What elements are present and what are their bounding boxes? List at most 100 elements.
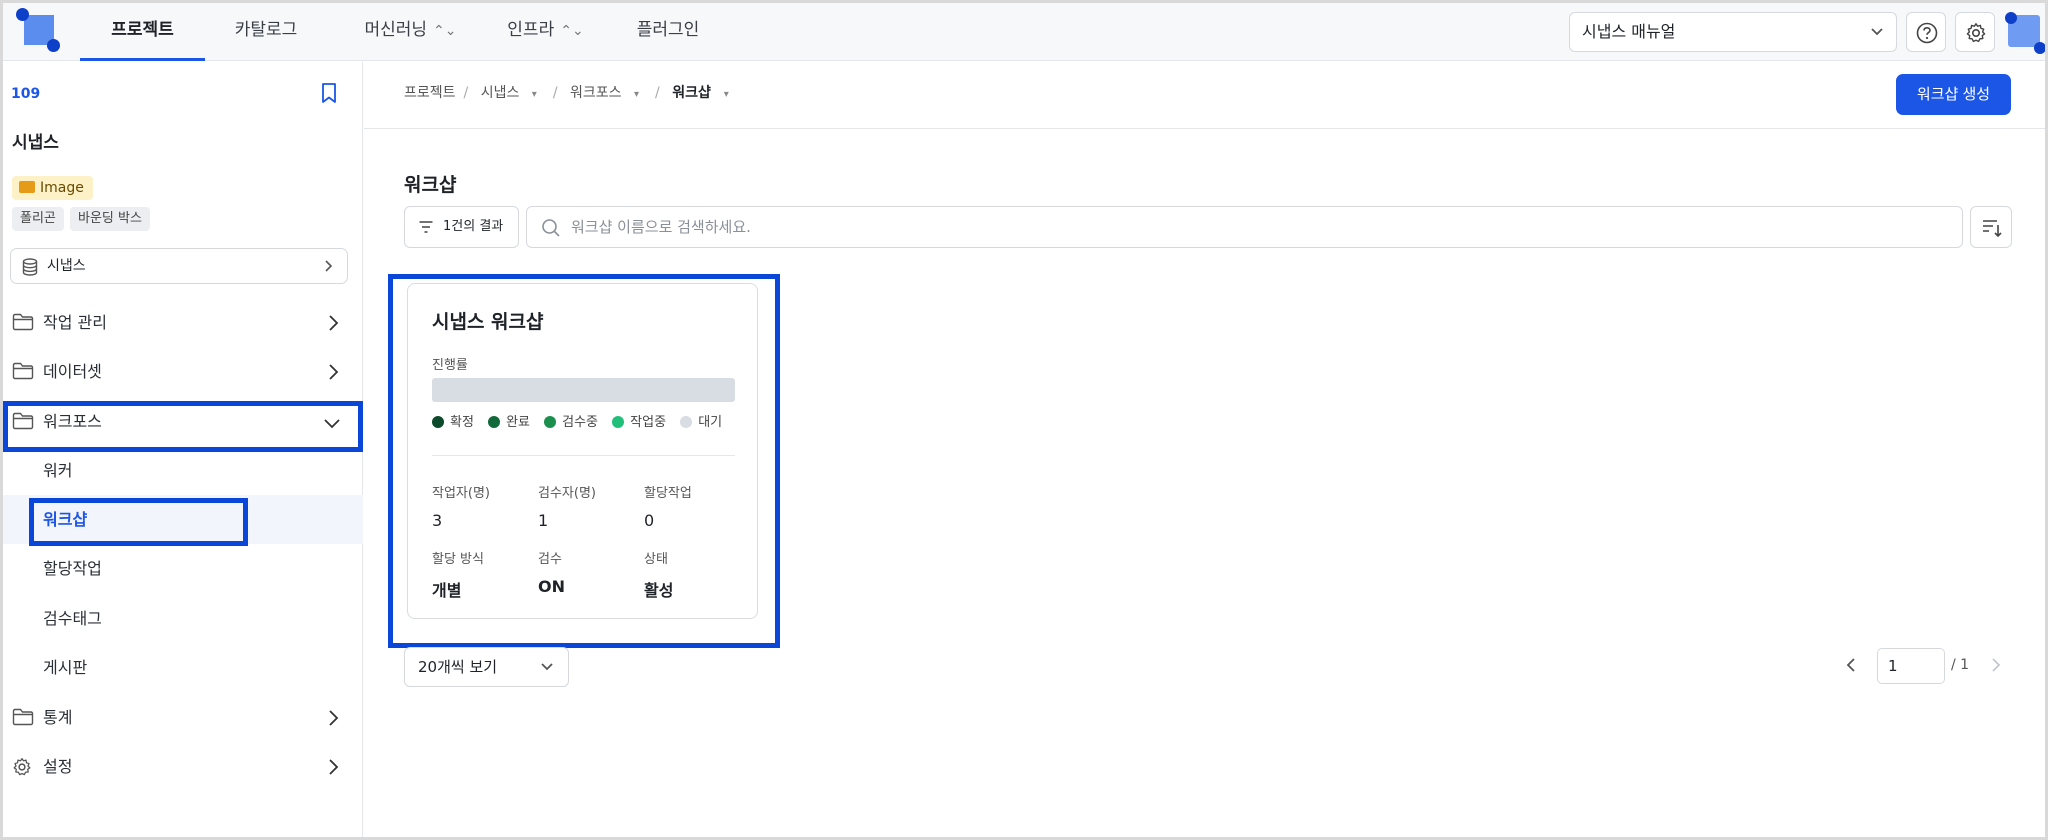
sidebar-item-dataset[interactable]: 데이터셋 bbox=[3, 347, 363, 396]
chevron-right-icon bbox=[323, 249, 333, 296]
dataset-label: 시냅스 bbox=[47, 258, 86, 274]
progress-bar bbox=[432, 378, 735, 402]
breadcrumb-synapse[interactable]: 시냅스 ▾ bbox=[481, 85, 545, 101]
sidebar-item-label: 통계 bbox=[43, 708, 73, 727]
stat-reviewers: 검수자(명) 1 bbox=[538, 486, 596, 530]
sidebar-item-settings[interactable]: 설정 bbox=[3, 742, 363, 791]
breadcrumb-workforce[interactable]: 워크포스 ▾ bbox=[570, 85, 647, 101]
chevron-right-icon bbox=[327, 709, 339, 731]
sidebar-subitem-label: 워커 bbox=[43, 461, 73, 480]
chevron-down-icon: ▾ bbox=[531, 89, 537, 100]
tab-plugin[interactable]: 플러그인 bbox=[623, 3, 713, 61]
sidebar-subitem-label: 워크샵 bbox=[43, 510, 88, 529]
tab-infra[interactable]: 인프라 ⌃⌄ bbox=[493, 3, 598, 61]
search-box[interactable] bbox=[526, 206, 1963, 248]
sidebar-subitem-assignment[interactable]: 할당작업 bbox=[3, 544, 363, 593]
workshop-title: 시냅스 워크샵 bbox=[432, 311, 544, 333]
sidebar-subitem-workshop[interactable]: 워크샵 bbox=[3, 495, 363, 544]
manual-select[interactable]: 시냅스 매뉴얼 bbox=[1569, 12, 1897, 52]
chevron-right-icon bbox=[327, 314, 339, 336]
sidebar-item-label: 워크포스 bbox=[43, 412, 102, 431]
sort-icon bbox=[1983, 220, 2002, 238]
chevron-down-icon bbox=[1870, 13, 1884, 66]
chevron-right-icon bbox=[327, 363, 339, 385]
chevron-right-icon bbox=[327, 758, 339, 780]
page-size-value: 20개씩 보기 bbox=[418, 658, 498, 676]
pager-page-input[interactable] bbox=[1877, 648, 1945, 684]
tab-catalog[interactable]: 카탈로그 bbox=[221, 3, 311, 61]
tab-machine-learning-label: 머신러닝 bbox=[364, 20, 428, 40]
annotation-tag-bbox: 바운딩 박스 bbox=[70, 207, 150, 231]
search-icon bbox=[542, 219, 560, 237]
header-divider bbox=[364, 128, 2045, 129]
tab-machine-learning[interactable]: 머신러닝 ⌃⌄ bbox=[348, 3, 473, 61]
filter-icon bbox=[419, 221, 433, 233]
tab-project[interactable]: 프로젝트 bbox=[80, 3, 205, 61]
sidebar-item-workforce[interactable]: 워크포스 bbox=[3, 397, 363, 446]
tab-infra-label: 인프라 bbox=[507, 20, 555, 40]
data-type-badge: Image bbox=[12, 176, 93, 200]
pager-prev-button[interactable] bbox=[1844, 656, 1858, 678]
chevron-down-icon bbox=[540, 648, 554, 701]
legend-item-reviewing: 검수중 bbox=[544, 411, 598, 430]
filter-result-count: 1건의 결과 bbox=[443, 219, 504, 234]
card-divider bbox=[432, 455, 735, 456]
stat-assign-method: 할당 방식 개별 bbox=[432, 552, 484, 600]
sidebar-subitem-review-tag[interactable]: 검수태그 bbox=[3, 594, 363, 643]
folder-icon bbox=[12, 412, 34, 434]
app-logo[interactable] bbox=[16, 8, 62, 54]
folder-icon bbox=[12, 708, 34, 730]
sidebar-subitem-label: 할당작업 bbox=[43, 559, 102, 578]
legend-item-complete: 완료 bbox=[488, 411, 530, 430]
sidebar-item-label: 작업 관리 bbox=[43, 313, 107, 332]
breadcrumb: 프로젝트 / 시냅스 ▾ / 워크포스 ▾ / 워크샵 ▾ bbox=[404, 83, 745, 105]
help-icon bbox=[1916, 22, 1938, 44]
data-type-label: Image bbox=[40, 180, 84, 196]
sidebar: 109 시냅스 Image 폴리곤 바운딩 박스 시냅스 작업 관리 데이터셋 … bbox=[3, 62, 363, 837]
sidebar-subitem-label: 검수태그 bbox=[43, 609, 102, 628]
project-name: 시냅스 bbox=[12, 133, 59, 153]
filter-button[interactable]: 1건의 결과 bbox=[404, 206, 519, 248]
top-nav: 프로젝트 카탈로그 머신러닝 ⌃⌄ 인프라 ⌃⌄ 플러그인 시냅스 매뉴얼 bbox=[3, 3, 2046, 61]
updown-chevron-icon: ⌃⌄ bbox=[433, 23, 457, 39]
breadcrumb-project[interactable]: 프로젝트 bbox=[404, 85, 456, 101]
pager-next-button[interactable] bbox=[1989, 656, 2003, 678]
progress-legend: 확정 완료 검수중 작업중 대기 bbox=[432, 411, 732, 430]
help-button[interactable] bbox=[1906, 12, 1946, 52]
page-title: 워크샵 bbox=[404, 174, 457, 196]
chevron-left-icon bbox=[1846, 658, 1855, 672]
sidebar-subitem-worker[interactable]: 워커 bbox=[3, 446, 363, 495]
stat-status: 상태 활성 bbox=[644, 552, 674, 600]
database-icon bbox=[22, 258, 38, 276]
sidebar-item-label: 설정 bbox=[43, 757, 73, 776]
dataset-button[interactable]: 시냅스 bbox=[10, 248, 348, 284]
sidebar-item-statistics[interactable]: 통계 bbox=[3, 693, 363, 742]
stat-workers: 작업자(명) 3 bbox=[432, 486, 490, 530]
updown-chevron-icon: ⌃⌄ bbox=[560, 23, 584, 39]
project-id: 109 bbox=[11, 86, 41, 102]
legend-item-working: 작업중 bbox=[612, 411, 666, 430]
bookmark-icon[interactable] bbox=[319, 82, 339, 108]
stat-assigned: 할당작업 0 bbox=[644, 486, 692, 530]
sidebar-item-work-management[interactable]: 작업 관리 bbox=[3, 298, 363, 347]
sidebar-subitem-label: 게시판 bbox=[43, 658, 88, 677]
chevron-down-icon bbox=[323, 415, 341, 433]
sort-button[interactable] bbox=[1970, 206, 2012, 248]
chevron-down-icon: ▾ bbox=[723, 89, 729, 100]
page-size-select[interactable]: 20개씩 보기 bbox=[404, 647, 569, 687]
legend-item-waiting: 대기 bbox=[680, 411, 722, 430]
user-avatar[interactable] bbox=[2005, 12, 2046, 54]
create-workshop-button[interactable]: 워크샵 생성 bbox=[1896, 74, 2011, 115]
annotation-tag-polygon: 폴리곤 bbox=[12, 207, 64, 231]
chevron-right-icon bbox=[1992, 658, 2001, 672]
search-input[interactable] bbox=[571, 207, 1951, 247]
breadcrumb-workshop[interactable]: 워크샵 ▾ bbox=[672, 85, 737, 101]
workshop-card[interactable]: 시냅스 워크샵 진행률 확정 완료 검수중 작업중 대기 작업자(명) 3 검수자… bbox=[407, 283, 758, 619]
pager-total: / 1 bbox=[1951, 657, 1970, 673]
gear-icon bbox=[12, 757, 32, 781]
sidebar-subitem-board[interactable]: 게시판 bbox=[3, 643, 363, 692]
manual-select-value: 시냅스 매뉴얼 bbox=[1582, 22, 1676, 41]
settings-button[interactable] bbox=[1955, 12, 1995, 52]
progress-label: 진행률 bbox=[432, 358, 468, 373]
image-icon bbox=[19, 181, 35, 193]
